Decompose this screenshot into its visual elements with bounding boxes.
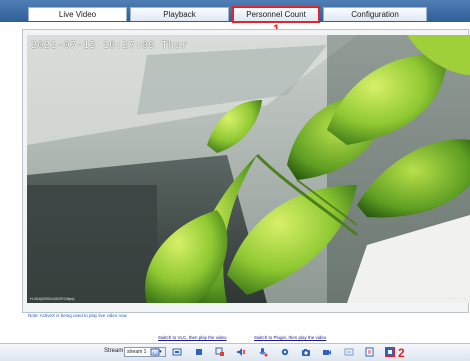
svg-text:4:3: 4:3: [152, 350, 158, 355]
annotation-number-2: 2: [398, 346, 405, 360]
microphone-icon[interactable]: [258, 347, 268, 357]
settings-icon[interactable]: [280, 347, 290, 357]
annotation-highlight-box-personnel-count: [232, 6, 320, 23]
personnel-count-display-icon[interactable]: [385, 347, 395, 357]
zoom-icon[interactable]: [344, 347, 354, 357]
live-video-view[interactable]: 2021-07-15 10:27:09 Thur H.264(2592x1520…: [27, 35, 470, 303]
ptz-icon[interactable]: [215, 347, 225, 357]
video-timestamp-overlay: 2021-07-15 10:27:09 Thur: [31, 40, 188, 51]
sound-icon[interactable]: [236, 347, 246, 357]
tab-live-video[interactable]: Live Video: [28, 7, 127, 21]
video-bitrate: 4023 Kbps: [447, 296, 467, 301]
snapshot-icon[interactable]: [301, 347, 311, 357]
activex-note: Note: ActiveX is being used to play live…: [28, 313, 127, 318]
record-icon[interactable]: [322, 347, 332, 357]
tab-configuration[interactable]: Configuration: [323, 7, 427, 21]
switch-to-vlc-link[interactable]: Switch to VLC, then play the video: [158, 335, 227, 340]
stop-icon[interactable]: [194, 347, 204, 357]
fit-window-icon[interactable]: [172, 347, 182, 357]
ratio-icon[interactable]: 4:3: [150, 347, 160, 357]
video-codec-info: H.264(2592x1520*24fps): [30, 296, 75, 301]
tab-playback[interactable]: Playback: [130, 7, 229, 21]
switch-to-plugin-link[interactable]: Switch to Plugin, then play the video: [254, 335, 326, 340]
video-scene-image: [27, 35, 470, 303]
report-icon[interactable]: [365, 347, 375, 357]
stream-select-value: stream 1: [127, 349, 147, 355]
stream-label: Stream: [104, 348, 124, 354]
